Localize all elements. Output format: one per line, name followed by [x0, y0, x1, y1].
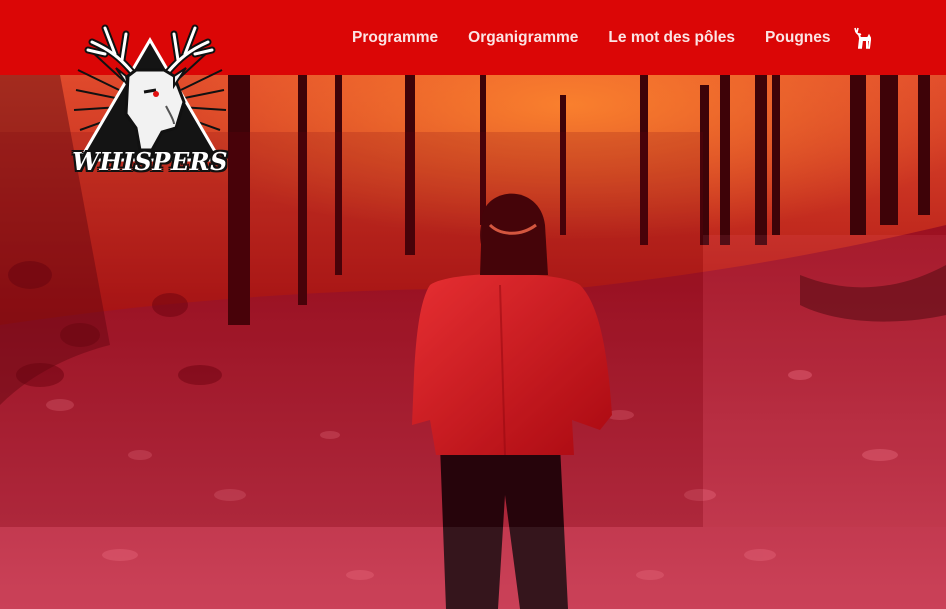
nav-link-pougnes[interactable]: Pougnes: [765, 29, 830, 47]
nav-link-programme[interactable]: Programme: [352, 29, 438, 47]
nav-link-organigramme[interactable]: Organigramme: [468, 29, 578, 47]
main-nav: Programme Organigramme Le mot des pôles …: [352, 0, 831, 75]
tint-overlay-bottom: [0, 527, 946, 609]
tint-overlay-right: [703, 235, 946, 527]
whispers-logo[interactable]: WHISPERS: [70, 10, 230, 176]
logo-wordmark: WHISPERS: [72, 147, 228, 176]
tint-overlay-left: [0, 132, 703, 527]
nav-link-le-mot-des-poles[interactable]: Le mot des pôles: [608, 29, 735, 47]
deer-icon[interactable]: [850, 26, 874, 50]
